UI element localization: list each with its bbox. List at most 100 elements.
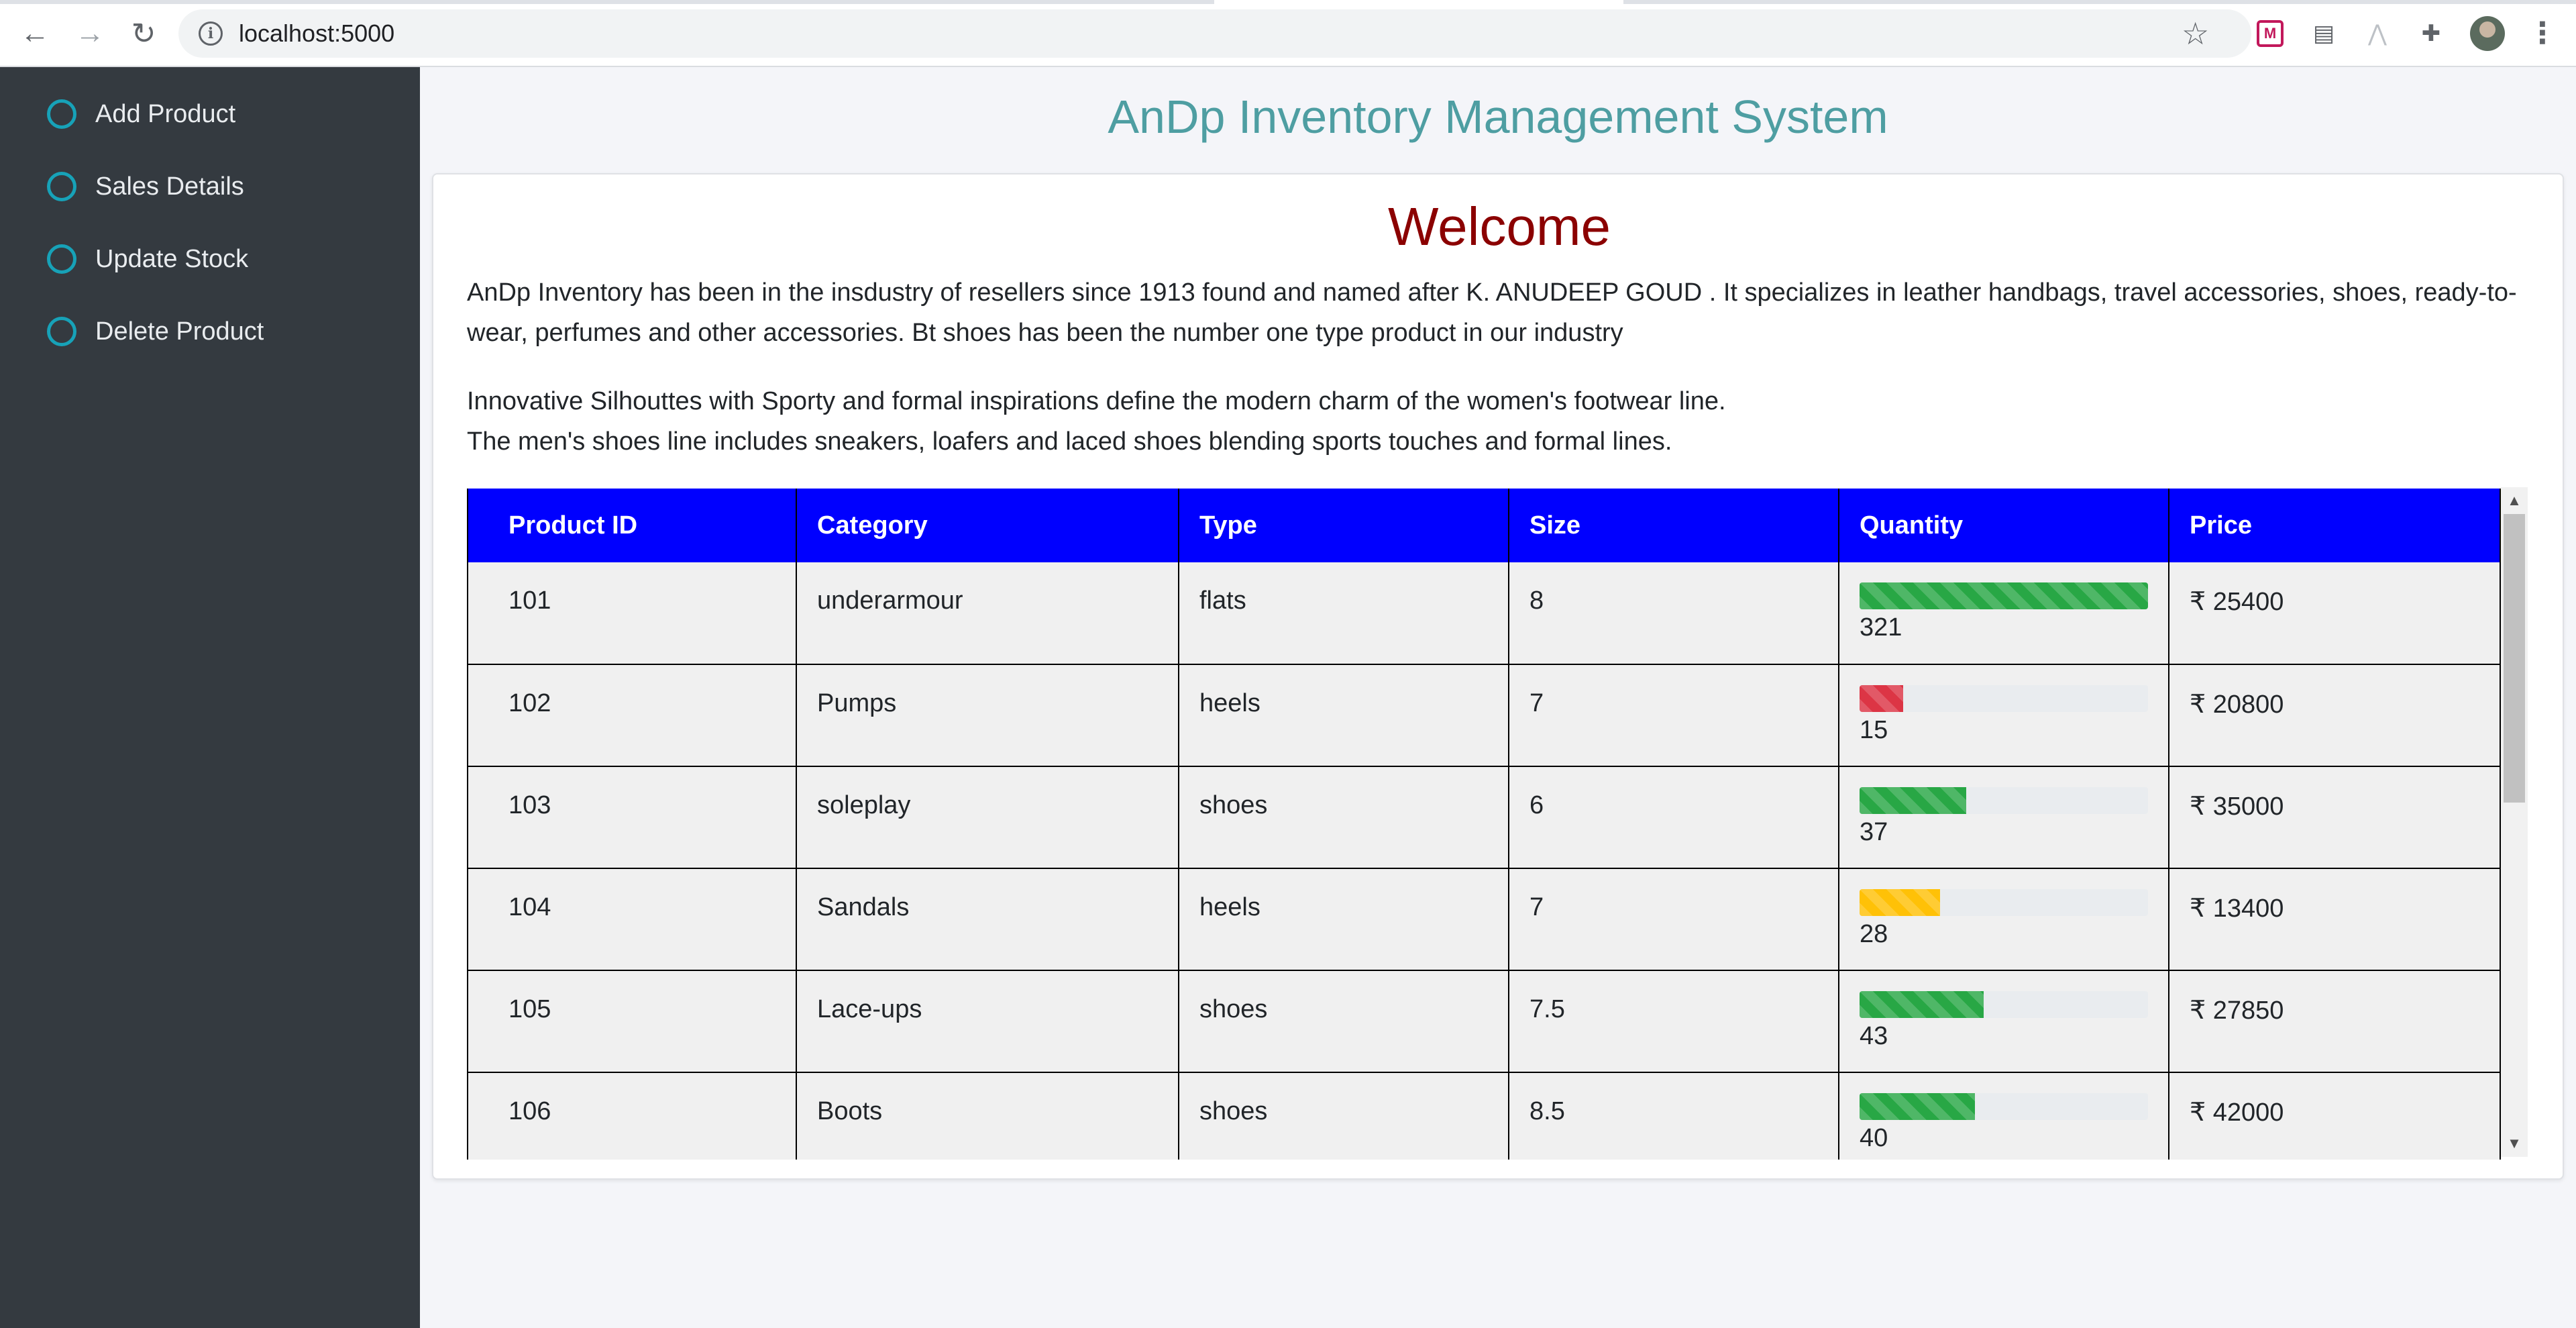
extension-doc-icon[interactable]: ▤ bbox=[2306, 16, 2341, 51]
cell-price: ₹ 20800 bbox=[2168, 664, 2501, 767]
cell-product-id: 106 bbox=[467, 1072, 797, 1160]
quantity-progress-fill bbox=[1860, 1093, 1975, 1120]
sidebar-item-label: Add Product bbox=[95, 99, 236, 128]
cell-product-id: 102 bbox=[467, 664, 797, 767]
welcome-heading: Welcome bbox=[1388, 197, 1611, 256]
column-header-category[interactable]: Category bbox=[796, 489, 1179, 562]
quantity-value: 321 bbox=[1860, 613, 1902, 642]
quantity-progress-fill bbox=[1860, 889, 1941, 916]
sidebar-item-label: Delete Product bbox=[95, 317, 264, 346]
cell-size: 7 bbox=[1508, 664, 1839, 767]
back-arrow-icon[interactable]: ← bbox=[15, 13, 55, 54]
circle-icon bbox=[47, 244, 76, 274]
avatar[interactable] bbox=[2470, 16, 2505, 51]
column-header-price[interactable]: Price bbox=[2169, 489, 2501, 562]
quantity-progress-fill bbox=[1860, 582, 2148, 609]
cell-type: heels bbox=[1178, 868, 1509, 971]
cell-product-id: 104 bbox=[467, 868, 797, 971]
cell-quantity: 321 bbox=[1838, 562, 2169, 665]
cell-type: flats bbox=[1178, 562, 1509, 665]
column-header-type[interactable]: Type bbox=[1179, 489, 1509, 562]
quantity-progress-fill bbox=[1860, 787, 1967, 814]
quantity-value: 37 bbox=[1860, 818, 1888, 846]
scroll-thumb[interactable] bbox=[2504, 514, 2525, 803]
sidebar-item-delete-product[interactable]: Delete Product bbox=[47, 311, 264, 352]
table-header-row: Product ID Category Type Size Quantity P… bbox=[467, 489, 2501, 562]
scroll-down-arrow-icon[interactable]: ▼ bbox=[2501, 1130, 2528, 1157]
table-row: 103 soleplay shoes 6 37 ₹ 35000 bbox=[467, 766, 2501, 869]
sidebar-item-label: Sales Details bbox=[95, 172, 244, 201]
cell-type: heels bbox=[1178, 664, 1509, 767]
tab-strip bbox=[0, 0, 2576, 4]
intro-paragraph: AnDp Inventory has been in the insdustry… bbox=[467, 278, 2517, 347]
circle-icon bbox=[47, 317, 76, 346]
cell-size: 6 bbox=[1508, 766, 1839, 869]
cell-quantity: 40 bbox=[1838, 1072, 2169, 1160]
cell-category: Boots bbox=[796, 1072, 1179, 1160]
extension-red-icon[interactable]: M bbox=[2253, 16, 2288, 51]
cell-price: ₹ 25400 bbox=[2168, 562, 2501, 665]
men-line-text: The men's shoes line includes sneakers, … bbox=[467, 427, 1672, 456]
circle-icon bbox=[47, 172, 76, 201]
puzzle-icon[interactable]: ✚ bbox=[2414, 16, 2449, 51]
quantity-progress-bar bbox=[1860, 685, 2148, 712]
column-header-size[interactable]: Size bbox=[1509, 489, 1839, 562]
cell-quantity: 28 bbox=[1838, 868, 2169, 971]
active-tab[interactable] bbox=[1214, 0, 1623, 4]
table-row: 101 underarmour flats 8 321 ₹ 25400 bbox=[467, 562, 2501, 665]
table-row: 102 Pumps heels 7 15 ₹ 20800 bbox=[467, 664, 2501, 767]
address-bar[interactable]: i localhost:5000 bbox=[178, 9, 2251, 58]
cell-price: ₹ 35000 bbox=[2168, 766, 2501, 869]
quantity-progress-bar bbox=[1860, 889, 2148, 916]
content-card: Welcome AnDp Inventory has been in the i… bbox=[432, 173, 2564, 1180]
quantity-value: 15 bbox=[1860, 716, 1888, 744]
quantity-value: 28 bbox=[1860, 920, 1888, 948]
cell-size: 8.5 bbox=[1508, 1072, 1839, 1160]
sidebar: Add Product Sales Details Update Stock D… bbox=[0, 67, 420, 1328]
cell-type: shoes bbox=[1178, 1072, 1509, 1160]
cell-quantity: 15 bbox=[1838, 664, 2169, 767]
circle-icon bbox=[47, 99, 76, 129]
quantity-value: 43 bbox=[1860, 1022, 1888, 1050]
cell-quantity: 37 bbox=[1838, 766, 2169, 869]
scroll-up-arrow-icon[interactable]: ▲ bbox=[2501, 487, 2528, 514]
quantity-progress-bar bbox=[1860, 787, 2148, 814]
cell-product-id: 103 bbox=[467, 766, 797, 869]
table-scrollbar[interactable]: ▲ ▼ bbox=[2501, 487, 2528, 1157]
page-title: AnDp Inventory Management System bbox=[1108, 91, 1888, 143]
cell-price: ₹ 27850 bbox=[2168, 970, 2501, 1073]
cell-category: Lace-ups bbox=[796, 970, 1179, 1073]
quantity-progress-bar bbox=[1860, 582, 2148, 609]
cell-category: soleplay bbox=[796, 766, 1179, 869]
more-vertical-icon[interactable]: ⋮ bbox=[2528, 13, 2557, 54]
cell-category: Pumps bbox=[796, 664, 1179, 767]
table-row: 104 Sandals heels 7 28 ₹ 13400 bbox=[467, 868, 2501, 971]
sidebar-item-update-stock[interactable]: Update Stock bbox=[47, 239, 248, 279]
cell-category: underarmour bbox=[796, 562, 1179, 665]
cell-size: 7.5 bbox=[1508, 970, 1839, 1073]
product-table: Product ID Category Type Size Quantity P… bbox=[467, 489, 2501, 1160]
table-row: 106 Boots shoes 8.5 40 ₹ 42000 bbox=[467, 1072, 2501, 1160]
cell-type: shoes bbox=[1178, 766, 1509, 869]
browser-toolbar: ← → ↻ i localhost:5000 ☆ M ▤ ⋀ ✚ ⋮ bbox=[0, 0, 2576, 67]
cell-size: 7 bbox=[1508, 868, 1839, 971]
sidebar-item-sales-details[interactable]: Sales Details bbox=[47, 166, 244, 207]
column-header-product-id[interactable]: Product ID bbox=[467, 489, 797, 562]
url-text[interactable]: localhost:5000 bbox=[239, 19, 394, 48]
sidebar-item-add-product[interactable]: Add Product bbox=[47, 94, 235, 134]
cell-price: ₹ 42000 bbox=[2168, 1072, 2501, 1160]
extension-a-icon[interactable]: ⋀ bbox=[2360, 16, 2395, 51]
cell-price: ₹ 13400 bbox=[2168, 868, 2501, 971]
column-header-quantity[interactable]: Quantity bbox=[1839, 489, 2169, 562]
cell-product-id: 101 bbox=[467, 562, 797, 665]
info-icon[interactable]: i bbox=[199, 21, 223, 46]
quantity-progress-fill bbox=[1860, 991, 1984, 1018]
sidebar-item-label: Update Stock bbox=[95, 244, 249, 273]
star-icon[interactable]: ☆ bbox=[2182, 13, 2209, 54]
reload-icon[interactable]: ↻ bbox=[123, 13, 164, 54]
quantity-progress-bar bbox=[1860, 991, 2148, 1018]
product-table-container: Product ID Category Type Size Quantity P… bbox=[467, 489, 2520, 1160]
forward-arrow-icon[interactable]: → bbox=[70, 13, 110, 54]
table-row: 105 Lace-ups shoes 7.5 43 ₹ 27850 bbox=[467, 970, 2501, 1073]
women-line-text: Innovative Silhouttes with Sporty and fo… bbox=[467, 387, 1726, 415]
